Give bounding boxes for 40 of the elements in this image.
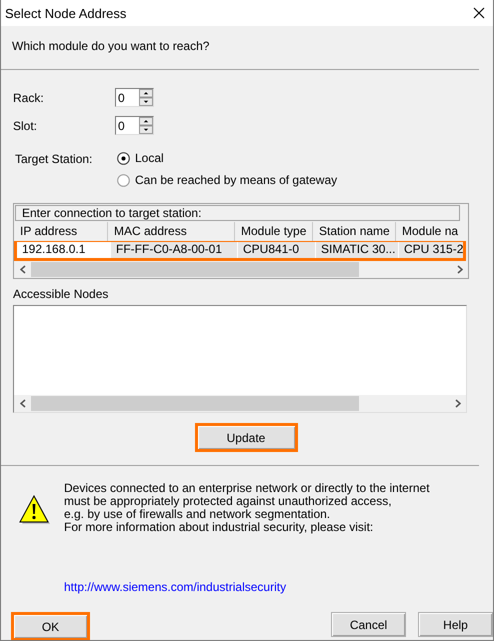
spin-arrows-icon[interactable]: [139, 89, 153, 106]
dialog-button[interactable]: Cancel: [331, 612, 406, 637]
update-button[interactable]: Update: [194, 423, 298, 452]
table-cell: CPU841-0: [238, 242, 316, 258]
table-caption: Enter connection to target station:: [15, 205, 460, 221]
chevron-left-icon[interactable]: [20, 265, 26, 274]
radio-button[interactable]: [117, 174, 130, 186]
warning-icon: [19, 495, 51, 525]
security-notice-text: Devices connected to an enterprise network or directly to the internet must be appropriately protected against unauthorized access, e.g. by use of firewalls and network segmentation. For more information about industrial security, please visit:: [64, 482, 430, 534]
spin-field[interactable]: 0: [115, 116, 154, 135]
scrollbar-thumb[interactable]: [31, 262, 359, 277]
chevron-right-icon[interactable]: [454, 399, 460, 408]
dialog-button[interactable]: OK: [11, 612, 90, 640]
column-header[interactable]: Module type: [235, 222, 313, 241]
table-cell: FF-FF-C0-A8-00-01: [111, 242, 238, 258]
spin-field[interactable]: 0: [115, 88, 154, 107]
field-label: Rack:: [13, 90, 45, 104]
horizontal-scrollbar[interactable]: [14, 395, 466, 412]
table-cell: CPU 315-2: [399, 242, 464, 258]
window-title: Select Node Address: [5, 6, 126, 20]
security-link[interactable]: http://www.siemens.com/industrialsecurity: [64, 580, 286, 594]
prompt-text: Which module do you want to reach?: [12, 39, 210, 53]
table-cell: 192.168.0.1: [17, 242, 111, 258]
chevron-right-icon[interactable]: [456, 265, 462, 274]
spin-arrows-icon[interactable]: [139, 117, 153, 134]
list-label: Accessible Nodes: [13, 287, 110, 301]
dialog-button[interactable]: Help: [418, 612, 493, 637]
radio-option[interactable]: Can be reached by means of gateway: [117, 169, 338, 191]
field-label: Target Station:: [15, 151, 94, 168]
radio-option[interactable]: Local: [117, 147, 338, 169]
scrollbar-thumb[interactable]: [31, 396, 359, 411]
chevron-left-icon[interactable]: [20, 399, 26, 408]
accessible-nodes-list[interactable]: [13, 305, 467, 413]
field-label: Slot:: [13, 118, 38, 132]
radio-button[interactable]: [117, 152, 130, 164]
column-header[interactable]: Station name: [313, 222, 396, 241]
close-icon[interactable]: [473, 7, 485, 19]
column-header[interactable]: MAC address: [108, 222, 235, 241]
table-cell: SIMATIC 30...: [316, 242, 399, 258]
column-header[interactable]: IP address: [14, 222, 108, 241]
